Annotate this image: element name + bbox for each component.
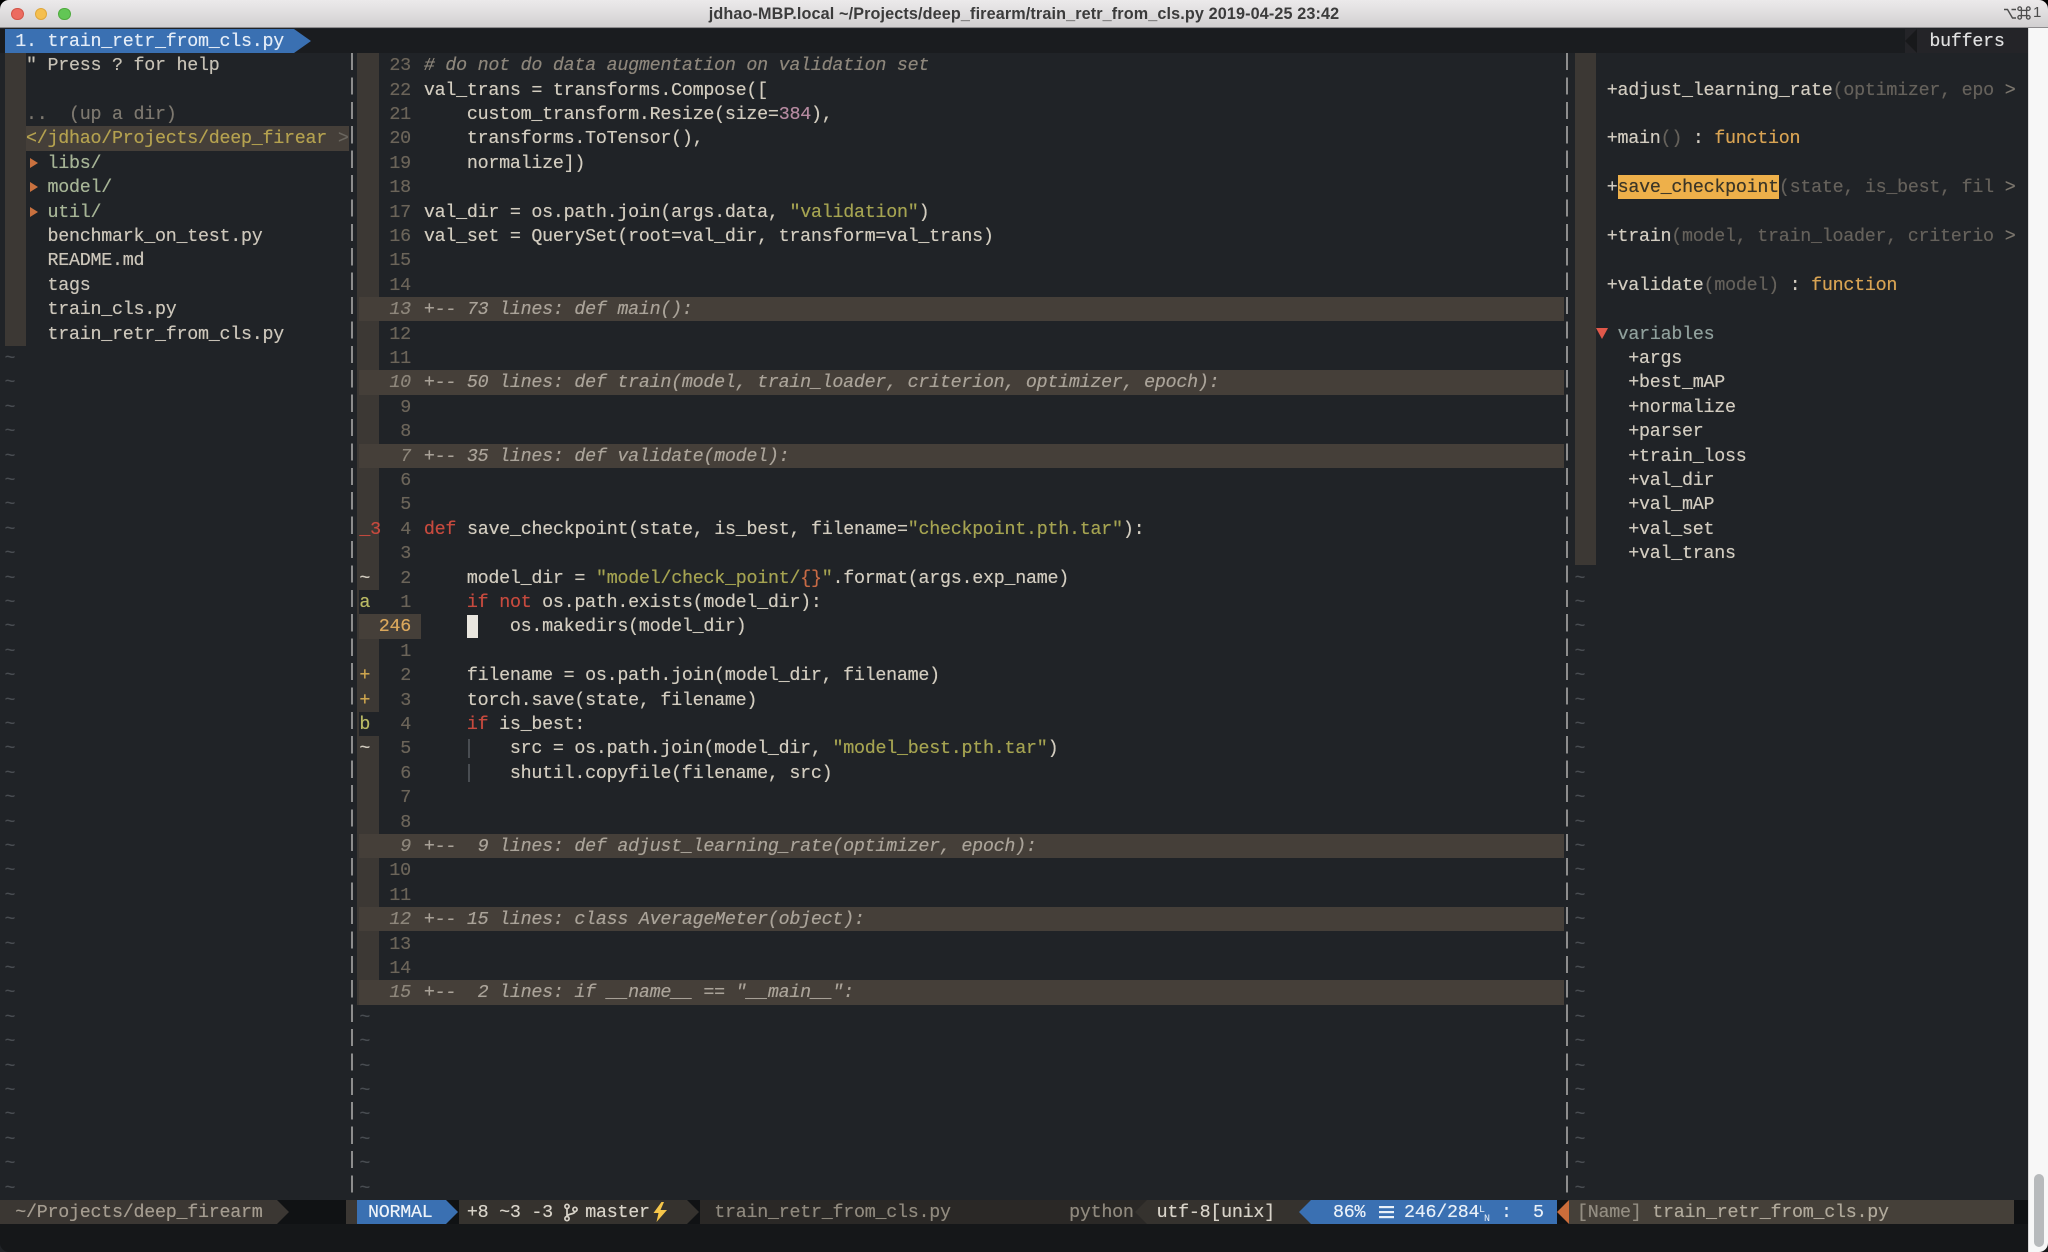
svg-text:N: N bbox=[1484, 1214, 1490, 1222]
